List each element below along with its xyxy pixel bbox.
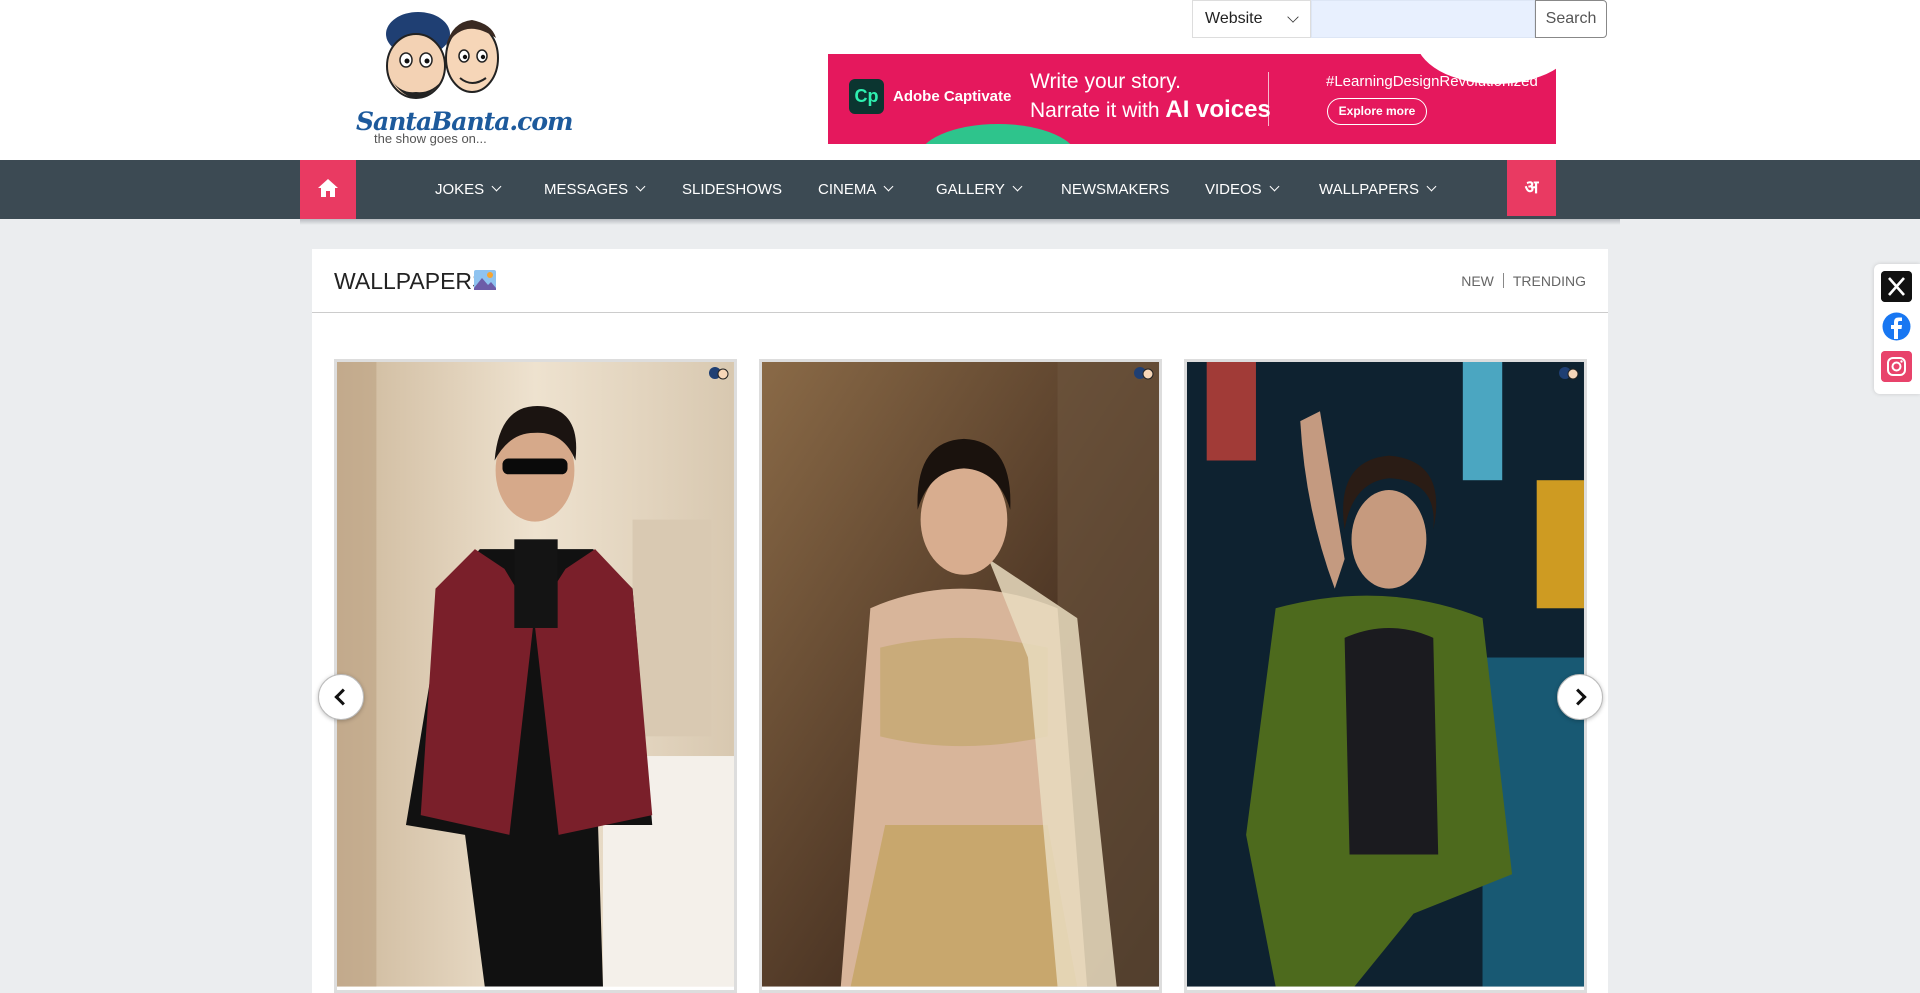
section-title: WALLPAPERS	[334, 268, 488, 294]
wallpaper-card[interactable]	[334, 359, 737, 993]
section-header: WALLPAPERS NEW TRENDING	[312, 249, 1608, 313]
chevron-down-icon	[1012, 181, 1023, 192]
nav-item-wallpapers[interactable]: WALLPAPERS	[1319, 160, 1437, 219]
adobe-captivate-icon: Cp	[849, 79, 884, 114]
ad-subheadline: Narrate it with AI voices	[1030, 96, 1271, 124]
link-separator	[1502, 273, 1504, 288]
chevron-left-icon	[334, 688, 352, 706]
logo-tagline: the show goes on...	[374, 131, 487, 146]
home-icon	[318, 179, 338, 197]
ad-cta-button[interactable]: Explore more	[1327, 98, 1427, 125]
carousel-next-button[interactable]	[1557, 674, 1603, 720]
santabanta-watermark-icon	[709, 367, 729, 380]
link-trending[interactable]: TRENDING	[1513, 273, 1586, 289]
instagram-icon[interactable]	[1881, 351, 1912, 382]
social-share-bar	[1874, 264, 1920, 394]
chevron-down-icon	[1269, 181, 1280, 192]
carousel-prev-button[interactable]	[318, 674, 364, 720]
wallpaper-image	[337, 362, 734, 987]
ad-subheadline-bold: AI voices	[1165, 96, 1271, 123]
wallpaper-image	[762, 362, 1159, 987]
nav-item-newsmakers[interactable]: NEWSMAKERS	[1061, 160, 1169, 219]
section-links: NEW TRENDING	[1461, 273, 1586, 289]
ad-headline: Write your story.	[1030, 70, 1181, 93]
wallpaper-card[interactable]	[759, 359, 1162, 993]
nav-item-label: MESSAGES	[544, 181, 629, 198]
nav-item-slideshows[interactable]: SLIDESHOWS	[682, 160, 782, 219]
picture-icon	[474, 270, 496, 290]
language-toggle-button[interactable]: अ	[1507, 160, 1556, 216]
nav-item-messages[interactable]: MESSAGES	[544, 160, 646, 219]
ad-subheadline-text: Narrate it with	[1030, 99, 1166, 122]
search-scope-select[interactable]: Website	[1192, 0, 1311, 38]
nav-item-jokes[interactable]: JOKES	[435, 160, 502, 219]
ad-divider	[1268, 72, 1269, 126]
nav-item-label: WALLPAPERS	[1319, 181, 1420, 198]
ad-brand: Adobe Captivate	[893, 88, 1012, 105]
site-header: SantaBanta.com the show goes on... Websi…	[0, 0, 1920, 160]
chevron-down-icon	[1426, 181, 1437, 192]
site-logo[interactable]: SantaBanta.com the show goes on...	[352, 8, 573, 150]
nav-item-label: JOKES	[435, 181, 485, 198]
logo-mascots-icon	[386, 12, 499, 99]
chevron-down-icon	[883, 181, 894, 192]
nav-item-label: SLIDESHOWS	[682, 181, 783, 198]
santabanta-watermark-icon	[1134, 367, 1154, 380]
nav-item-gallery[interactable]: GALLERY	[936, 160, 1023, 219]
wallpaper-card[interactable]	[1184, 359, 1587, 993]
search-bar: Website Search	[1192, 0, 1607, 38]
ad-hashtag: #LearningDesignRevolutionized	[1326, 73, 1538, 90]
ad-banner[interactable]: Cp Adobe Captivate Write your story. Nar…	[828, 54, 1556, 144]
link-new[interactable]: NEW	[1461, 273, 1494, 289]
nav-shadow	[300, 219, 1620, 225]
nav-item-label: CINEMA	[818, 181, 877, 198]
x-icon[interactable]	[1881, 271, 1912, 302]
chevron-right-icon	[1569, 688, 1587, 706]
nav-item-cinema[interactable]: CINEMA	[818, 160, 894, 219]
facebook-icon[interactable]	[1881, 311, 1912, 342]
wallpaper-image	[1187, 362, 1584, 987]
ad-decoration	[918, 124, 1078, 144]
search-button[interactable]: Search	[1535, 0, 1607, 38]
chevron-down-icon	[1287, 11, 1299, 23]
home-button[interactable]	[300, 160, 356, 219]
search-scope-value: Website	[1205, 10, 1263, 27]
chevron-down-icon	[635, 181, 646, 192]
search-input[interactable]	[1311, 0, 1535, 38]
santabanta-watermark-icon	[1559, 367, 1579, 380]
chevron-down-icon	[491, 181, 502, 192]
nav-item-label: NEWSMAKERS	[1061, 181, 1170, 198]
nav-item-label: GALLERY	[936, 181, 1005, 198]
nav-item-videos[interactable]: VIDEOS	[1205, 160, 1280, 219]
main-nav: JOKES MESSAGES SLIDESHOWS CINEMA GALLERY…	[0, 160, 1920, 219]
nav-item-label: VIDEOS	[1205, 181, 1262, 198]
